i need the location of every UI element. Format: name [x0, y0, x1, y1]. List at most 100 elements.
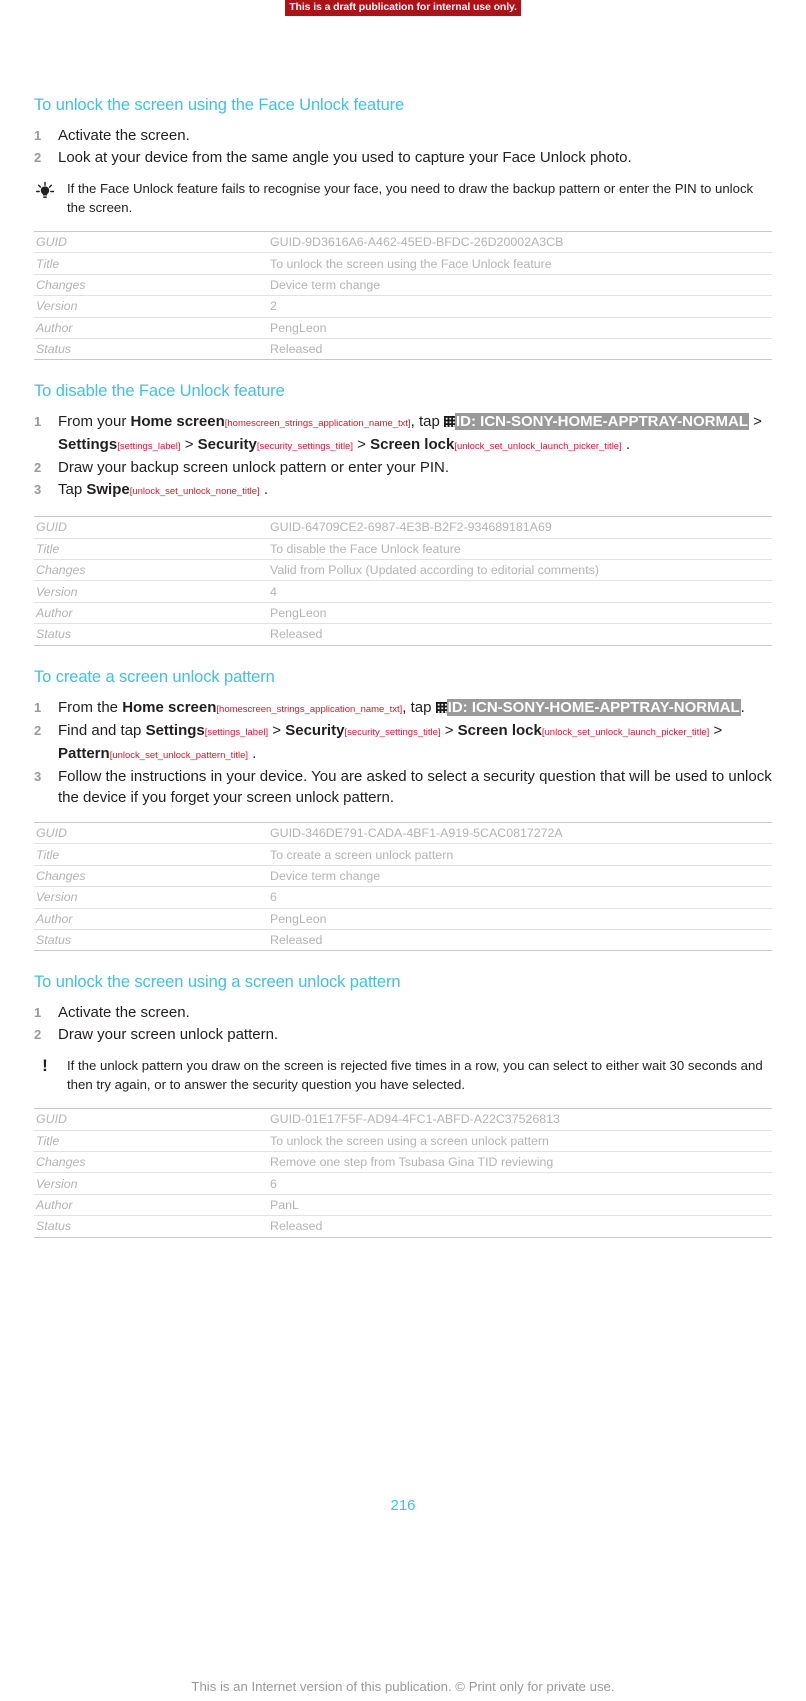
step-connector: , tap — [410, 413, 444, 431]
metadata-value: GUID-01E17F5F-AD94-4FC1-ABFD-A22C3752681… — [268, 1108, 772, 1131]
metadata-value: 6 — [268, 1172, 772, 1195]
table-row: Title To unlock the screen using the Fac… — [34, 252, 772, 275]
string-id: [homescreen_strings_application_name_txt… — [224, 418, 411, 430]
metadata-value: 2 — [268, 295, 772, 318]
step-connector: > — [709, 722, 723, 739]
metadata-label: Title — [34, 537, 268, 561]
apptray-grid-icon — [435, 701, 447, 713]
string-id: [security_settings_title] — [344, 727, 441, 738]
step-text: Activate the screen. — [58, 127, 190, 144]
step-number: 2 — [34, 460, 42, 476]
step-text: Follow the instructions in your device. … — [58, 768, 772, 806]
table-row: Author PengLeon — [34, 601, 772, 625]
section-unlock-using-pattern: To unlock the screen using a screen unlo… — [34, 973, 772, 1238]
metadata-value: To create a screen unlock pattern — [268, 843, 772, 866]
metadata-table: GUID GUID-9D3616A6-A462-45ED-BFDC-26D200… — [34, 230, 772, 361]
metadata-label: Status — [34, 928, 268, 952]
metadata-label: Title — [34, 1129, 268, 1153]
step-number: 2 — [34, 1026, 42, 1042]
step-number: 3 — [34, 769, 42, 784]
ui-label-home-screen: Home screen — [122, 698, 217, 716]
step-number: 2 — [34, 723, 42, 738]
metadata-value: To unlock the screen using a screen unlo… — [268, 1129, 772, 1153]
string-id: [settings_label] — [204, 727, 269, 738]
metadata-value: GUID-64709CE2-6987-4E3B-B2F2-934689181A6… — [268, 516, 772, 539]
warning-note: ! If the unlock pattern you draw on the … — [34, 1057, 772, 1094]
metadata-label: Changes — [34, 864, 268, 888]
metadata-label: GUID — [34, 516, 268, 539]
step-lead: From the — [58, 698, 123, 716]
table-row: Title To create a screen unlock pattern — [34, 843, 772, 866]
ui-label-security: Security — [285, 722, 345, 739]
section-create-unlock-pattern: To create a screen unlock pattern 1 From… — [34, 668, 772, 952]
note-text: If the Face Unlock feature fails to reco… — [67, 181, 754, 215]
step-number: 1 — [34, 128, 42, 143]
metadata-label: Changes — [34, 1150, 268, 1174]
metadata-value: PengLeon — [268, 907, 772, 930]
ui-label-settings: Settings — [145, 722, 205, 739]
table-row: Status Released — [34, 1215, 772, 1238]
metadata-label: Version — [34, 580, 268, 603]
step-period: . — [248, 744, 257, 762]
procedure-list: 1 From your Home screen[homescreen_strin… — [34, 412, 772, 502]
metadata-value: To unlock the screen using the Face Unlo… — [268, 252, 772, 275]
metadata-value: GUID-9D3616A6-A462-45ED-BFDC-26D20002A3C… — [268, 230, 772, 254]
step-connector: > — [180, 435, 198, 453]
table-row: Version 2 — [34, 295, 772, 318]
step-lead: Find and tap — [58, 722, 146, 739]
metadata-table: GUID GUID-64709CE2-6987-4E3B-B2F2-934689… — [34, 516, 772, 646]
highlight-icon-id: ID: ICN-SONY-HOME-APPTRAY-NORMAL — [446, 698, 741, 716]
page-title: To create a screen unlock pattern — [34, 667, 275, 686]
table-row: Version 6 — [34, 886, 772, 909]
list-item: 2 Find and tap Settings[settings_label] … — [34, 721, 772, 766]
procedure-list: 1 From the Home screen[homescreen_string… — [34, 698, 772, 809]
metadata-label: GUID — [34, 1108, 268, 1131]
step-period: . — [621, 435, 631, 453]
string-id: [unlock_set_unlock_pattern_title] — [109, 749, 249, 761]
ui-label-settings: Settings — [58, 435, 118, 453]
table-row: GUID GUID-01E17F5F-AD94-4FC1-ABFD-A22C37… — [34, 1108, 772, 1131]
metadata-label: Title — [34, 252, 268, 275]
metadata-label: Title — [34, 843, 268, 866]
procedure-list: 1 Activate the screen. 2 Look at your de… — [34, 126, 772, 168]
list-item: 1 Activate the screen. — [34, 1003, 772, 1024]
step-number: 1 — [34, 699, 42, 715]
step-connector: > — [352, 435, 371, 453]
ui-label-screen-lock: Screen lock — [457, 722, 542, 739]
table-row: Title To disable the Face Unlock feature — [34, 537, 772, 561]
metadata-value: Released — [268, 623, 772, 646]
table-row: GUID GUID-9D3616A6-A462-45ED-BFDC-26D200… — [34, 230, 772, 254]
metadata-value: GUID-346DE791-CADA-4BF1-A919-5CAC0817272… — [268, 821, 772, 845]
lightbulb-icon — [34, 181, 56, 201]
string-id: [unlock_set_unlock_launch_picker_title] — [541, 727, 710, 738]
metadata-label: Author — [34, 907, 268, 930]
metadata-label: Version — [34, 886, 268, 909]
list-item: 2 Draw your screen unlock pattern. — [34, 1025, 772, 1046]
table-row: Status Released — [34, 928, 772, 952]
page-title: To unlock the screen using a screen unlo… — [34, 973, 401, 992]
step-text: Look at your device from the same angle … — [58, 148, 632, 166]
metadata-label: Author — [34, 601, 268, 625]
metadata-label: Status — [34, 1215, 268, 1238]
list-item: 1 Activate the screen. — [34, 126, 772, 147]
list-item: 2 Draw your backup screen unlock pattern… — [34, 458, 772, 479]
ui-label-swipe: Swipe — [86, 480, 130, 498]
metadata-label: Version — [34, 1172, 268, 1195]
procedure-list: 1 Activate the screen. 2 Draw your scree… — [34, 1003, 772, 1045]
metadata-label: Version — [34, 295, 268, 318]
step-lead: From your — [58, 413, 131, 431]
metadata-value: PengLeon — [268, 601, 772, 625]
string-id: [unlock_set_unlock_launch_picker_title] — [454, 440, 622, 452]
section-face-unlock-screen: To unlock the screen using the Face Unlo… — [34, 96, 772, 361]
table-row: Changes Device term change — [34, 864, 772, 888]
step-number: 1 — [34, 414, 42, 430]
draft-banner-text: This is a draft publication for internal… — [285, 0, 521, 16]
metadata-value: PengLeon — [268, 316, 772, 339]
footer-copyright: This is an Internet version of this publ… — [191, 1679, 615, 1694]
table-row: Status Released — [34, 337, 772, 361]
ui-label-pattern: Pattern — [58, 744, 110, 762]
string-id: [settings_label] — [117, 440, 181, 452]
metadata-value: Released — [268, 1215, 772, 1238]
step-text: Draw your screen unlock pattern. — [58, 1025, 279, 1043]
page-title: To unlock the screen using the Face Unlo… — [34, 96, 405, 114]
